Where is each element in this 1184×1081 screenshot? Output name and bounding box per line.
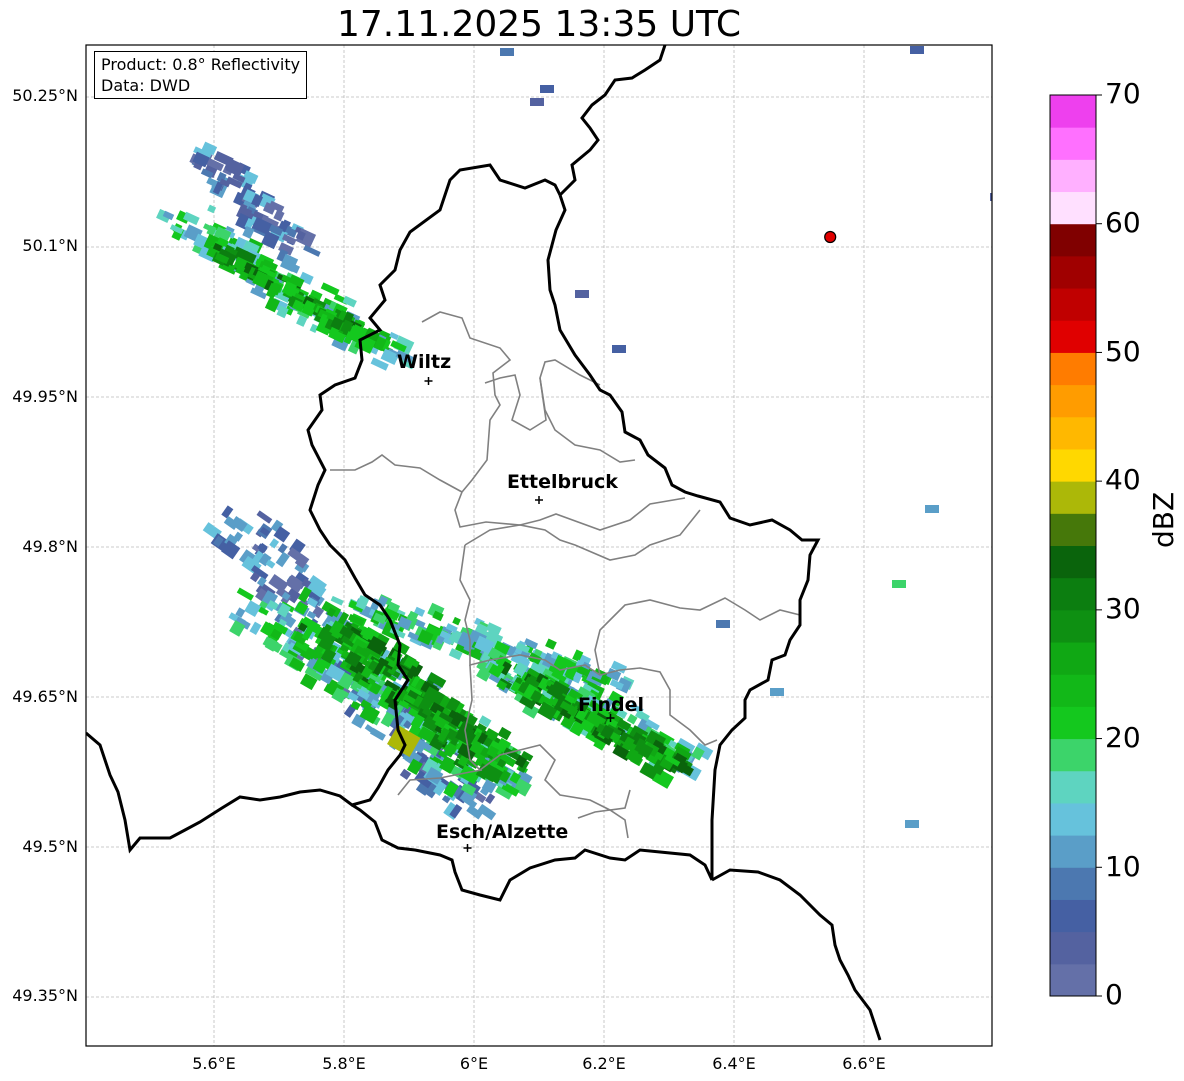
lat-tick-label: 49.35°N (12, 986, 78, 1005)
colorbar-bin (1050, 642, 1096, 675)
lat-tick-label: 50.1°N (22, 236, 78, 255)
colorbar-bin (1050, 738, 1096, 772)
colorbar-bin (1050, 577, 1096, 611)
lon-tick-label: 6.6°E (842, 1054, 886, 1073)
colorbar-bin (1050, 481, 1096, 514)
colorbar-bin (1050, 609, 1096, 643)
lon-tick-label: 5.6°E (192, 1054, 236, 1073)
colorbar-bin (1050, 931, 1096, 965)
radar-site-marker[interactable] (824, 230, 837, 244)
colorbar-bin (1050, 191, 1096, 225)
data-source-label: Data: DWD (101, 76, 191, 95)
radar-map[interactable] (0, 0, 1184, 1081)
colorbar-bin (1050, 223, 1096, 257)
lon-tick-label: 6°E (459, 1054, 489, 1073)
city-label-esch-alzette: Esch/Alzette (436, 821, 569, 843)
colorbar-bin (1050, 255, 1096, 289)
colorbar-tick-label: 30 (1105, 592, 1141, 625)
echo-cell (716, 620, 730, 628)
colorbar-bin (1050, 513, 1096, 546)
lat-tick-label: 50.25°N (12, 86, 78, 105)
city-label-wiltz: Wiltz (397, 351, 452, 373)
echo-cell (925, 505, 939, 513)
colorbar-bin (1050, 320, 1096, 353)
colorbar-bin (1050, 963, 1096, 997)
colorbar-bin (1050, 545, 1096, 579)
colorbar (1049, 94, 1102, 997)
echo-cell (770, 688, 784, 696)
info-box: Product: 0.8° Reflectivity Data: DWD (94, 51, 308, 99)
colorbar-bin (1050, 448, 1096, 482)
colorbar-bin (1050, 674, 1096, 707)
colorbar-bin (1050, 159, 1096, 193)
lat-tick-label: 49.95°N (12, 387, 78, 406)
colorbar-bin (1050, 835, 1096, 868)
colorbar-bin (1050, 127, 1096, 160)
colorbar-bin (1050, 416, 1096, 450)
colorbar-tick-label: 20 (1105, 721, 1141, 754)
echo-cell (612, 345, 626, 353)
lat-tick-label: 49.65°N (12, 687, 78, 706)
echo-cell (575, 290, 589, 298)
city-label-findel: Findel (578, 694, 645, 716)
colorbar-bin (1050, 770, 1096, 804)
lon-tick-label: 5.8°E (322, 1054, 366, 1073)
echo-cell (892, 580, 906, 588)
colorbar-tick-label: 0 (1105, 978, 1123, 1011)
echo-cell (500, 48, 514, 56)
colorbar-tick-label: 70 (1105, 77, 1141, 110)
colorbar-tick-label: 10 (1105, 850, 1141, 883)
product-label: Product: 0.8° Reflectivity (101, 55, 301, 74)
colorbar-tick-label: 40 (1105, 463, 1141, 496)
colorbar-bin (1050, 802, 1096, 836)
colorbar-tick-label: 60 (1105, 206, 1141, 239)
colorbar-bin (1050, 352, 1096, 386)
colorbar-bin (1050, 867, 1096, 900)
colorbar-bin (1050, 95, 1096, 128)
lon-tick-label: 6.4°E (712, 1054, 756, 1073)
echo-cell (905, 820, 919, 828)
colorbar-bin (1050, 899, 1096, 933)
colorbar-bin (1050, 706, 1096, 740)
echo-cell (910, 46, 924, 54)
colorbar-bin (1050, 384, 1096, 418)
city-label-ettelbruck: Ettelbruck (507, 471, 618, 493)
lon-tick-label: 6.2°E (582, 1054, 626, 1073)
echo-cell (530, 98, 544, 106)
lat-tick-label: 49.8°N (22, 537, 78, 556)
echo-cell (540, 85, 554, 93)
colorbar-bin (1050, 288, 1096, 321)
lat-tick-label: 49.5°N (22, 837, 78, 856)
colorbar-tick-label: 50 (1105, 335, 1141, 368)
colorbar-unit-label: dBZ (1147, 491, 1180, 548)
